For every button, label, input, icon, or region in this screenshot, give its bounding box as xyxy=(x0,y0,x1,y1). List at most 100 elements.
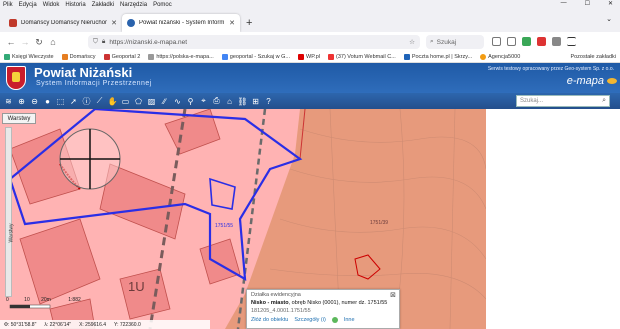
close-window-icon[interactable]: ✕ xyxy=(605,0,616,7)
layers-icon[interactable]: ≋ xyxy=(3,96,14,107)
list-tabs-icon[interactable]: ⌄ xyxy=(606,15,612,23)
reload-icon[interactable]: ↻ xyxy=(32,37,46,48)
pan-hand-icon[interactable]: ✋ xyxy=(107,96,118,107)
popup-parcel-id: 181205_4.0001.1751/55 xyxy=(251,308,311,314)
pin-icon[interactable]: ⚲ xyxy=(185,96,196,107)
help-icon[interactable]: ? xyxy=(263,96,274,107)
menu-widok[interactable]: Widok xyxy=(40,2,63,8)
bookmark-item[interactable]: geoportal - Szukaj w G... xyxy=(221,54,290,60)
close-popup-icon[interactable]: ⊠ xyxy=(390,291,396,299)
measure-icon[interactable]: ⟋ xyxy=(94,96,105,107)
tab-title: Powiat niżański - System Inform xyxy=(139,20,225,26)
download-icon[interactable] xyxy=(507,37,516,46)
bookmark-favicon-icon xyxy=(4,54,10,60)
tab-title: Domańscy Domańscy Nieruchom xyxy=(21,20,108,26)
close-tab-icon[interactable]: ✕ xyxy=(111,19,117,27)
map-search-input[interactable]: Szukaj... ⌕ xyxy=(516,95,610,107)
map-graphics: 1U 1751/39 1751/55 xyxy=(0,109,486,329)
pocket-icon[interactable] xyxy=(492,37,501,46)
coordinates-readout: Φ: 50°31'58.8" λ: 22°06'14" X: 259616.4 … xyxy=(0,320,210,329)
new-tab-icon[interactable]: + xyxy=(240,17,258,32)
zoom-in-icon[interactable]: ⊕ xyxy=(16,96,27,107)
hatch-icon[interactable]: ▨ xyxy=(146,96,157,107)
browser-search-input[interactable]: ⌕ Szukaj xyxy=(426,35,484,49)
popup-action-other[interactable]: Inne xyxy=(344,317,355,323)
blank-right-panel xyxy=(486,109,620,329)
menu-zakladki[interactable]: Zakładki xyxy=(89,2,117,8)
tab-powiat[interactable]: Powiat niżański - System Inform ✕ xyxy=(122,14,240,32)
map-toolbar: ≋ ⊕ ⊖ ● ⬚ ➚ ⓘ ⟋ ✋ ▭ ⬠ ▨ ∕∕ ∿ ⚲ ⌖ ⎙ ⌂ ⛓ ⊞… xyxy=(0,93,620,109)
home-view-icon[interactable]: ⌂ xyxy=(224,96,235,107)
measure-lines-icon[interactable]: ∕∕ xyxy=(159,96,170,107)
status-dot-icon xyxy=(331,317,338,323)
menu-historia[interactable]: Historia xyxy=(62,2,88,8)
menu-icon[interactable] xyxy=(567,37,576,46)
layers-side-rail[interactable]: Warstwy xyxy=(5,127,15,297)
bookmark-item[interactable]: Poczta home.pl | Skrzy... xyxy=(403,54,472,60)
menu-plik[interactable]: Plik xyxy=(0,2,16,8)
grid-icon[interactable]: ⊞ xyxy=(250,96,261,107)
extension-icon[interactable] xyxy=(537,37,546,46)
maximize-icon[interactable]: ☐ xyxy=(582,0,593,7)
back-icon[interactable]: ← xyxy=(4,37,18,47)
curve-icon[interactable]: ∿ xyxy=(172,96,183,107)
menu-edycja[interactable]: Edycja xyxy=(16,2,40,8)
coord-x: X: 259616.4 xyxy=(79,321,107,328)
bookmark-favicon-icon xyxy=(148,54,155,60)
coord-y: Y: 722360.0 xyxy=(114,321,141,328)
info-icon[interactable]: ⓘ xyxy=(81,96,92,107)
print-icon[interactable]: ⎙ xyxy=(211,96,222,107)
brand-mark-icon xyxy=(607,78,617,84)
popup-action-details[interactable]: Szczegóły (i) xyxy=(294,317,325,323)
bookmark-favicon-icon xyxy=(480,54,487,60)
bookmark-item[interactable]: Domańscy xyxy=(61,54,96,60)
search-icon[interactable]: ⌕ xyxy=(602,97,606,105)
bookmark-item[interactable]: WP.pl xyxy=(298,54,320,60)
popup-actions: Złóż do obiektu Szczegóły (i) Inne xyxy=(251,317,395,323)
map-search-placeholder: Szukaj... xyxy=(520,98,544,104)
menu-narzedzia[interactable]: Narzędzia xyxy=(117,2,150,8)
minimize-icon[interactable]: — xyxy=(558,0,570,7)
bookmark-item[interactable]: Agencja5000 xyxy=(480,54,520,60)
tab-domanscy[interactable]: Domańscy Domańscy Nieruchom ✕ xyxy=(4,14,122,32)
navigation-toolbar: ← → ↻ ⌂ ⛉ 🔒︎ https://nizanski.e-mapa.net… xyxy=(0,32,620,52)
address-bar[interactable]: ⛉ 🔒︎ https://nizanski.e-mapa.net ☆ xyxy=(88,35,420,49)
home-icon[interactable]: ⌂ xyxy=(46,37,60,47)
bookmark-item[interactable]: (37) Votum Webmail C... xyxy=(328,54,396,60)
parcel-popup: ⊠ Działka ewidencyjna Nisko - miasto, ob… xyxy=(246,289,400,329)
coord-lon: λ: 22°06'14" xyxy=(44,321,72,328)
select-polygon-icon[interactable]: ⬠ xyxy=(133,96,144,107)
popup-action-zoom[interactable]: Złóż do obiektu xyxy=(251,317,288,323)
full-extent-icon[interactable]: ● xyxy=(42,96,53,107)
search-icon: ⌕ xyxy=(430,38,434,45)
app-title: Powiat Niżański xyxy=(34,65,133,80)
coat-of-arms-logo xyxy=(6,66,26,90)
extension-icon[interactable] xyxy=(522,37,531,46)
bookmark-item[interactable]: https://polska-e-mapa... xyxy=(148,54,214,60)
bookmark-favicon-icon xyxy=(403,54,410,60)
close-tab-icon[interactable]: ✕ xyxy=(229,19,235,27)
layers-tab[interactable]: Warstwy xyxy=(2,113,36,124)
bookmark-star-icon[interactable]: ☆ xyxy=(409,38,415,46)
select-arrow-icon[interactable]: ➚ xyxy=(68,96,79,107)
extensions xyxy=(492,37,576,46)
select-rect-icon[interactable]: ▭ xyxy=(120,96,131,107)
bookmark-item[interactable]: Geoportal 2 xyxy=(103,54,140,60)
forward-icon[interactable]: → xyxy=(18,37,32,47)
other-bookmarks[interactable]: Pozostałe zakładki xyxy=(570,54,616,60)
link-icon[interactable]: ⛓ xyxy=(237,96,248,107)
map-canvas[interactable]: 1U 1751/39 1751/55 Warstwy Warstwy 0 10 … xyxy=(0,109,486,329)
scale-label: 10 xyxy=(24,297,30,303)
extension-icon[interactable] xyxy=(552,37,561,46)
side-rail-label: Warstwy xyxy=(8,223,15,243)
marker-icon[interactable]: ⌖ xyxy=(198,96,209,107)
menu-pomoc[interactable]: Pomoc xyxy=(150,2,175,8)
bookmark-item[interactable]: Księgi Wieczyste xyxy=(4,54,54,60)
menu-bar: Plik Edycja Widok Historia Zakładki Narz… xyxy=(0,0,620,10)
app-header: Powiat Niżański System Informacji Przest… xyxy=(0,63,620,93)
zoom-out-icon[interactable]: ⊖ xyxy=(29,96,40,107)
zoom-box-icon[interactable]: ⬚ xyxy=(55,96,66,107)
browser-window: Plik Edycja Widok Historia Zakładki Narz… xyxy=(0,0,620,329)
label-1u: 1U xyxy=(128,279,145,294)
shield-icon: ⛉ xyxy=(93,38,98,45)
